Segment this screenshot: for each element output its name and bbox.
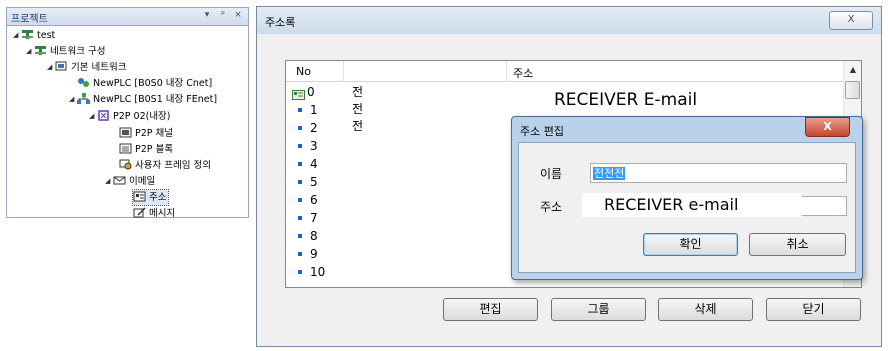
tree-item-network-config[interactable]: ◢ 네트워크 구성 xyxy=(26,44,105,59)
bullet-icon xyxy=(298,107,302,112)
p2p-block-icon xyxy=(119,143,132,154)
collapse-icon[interactable]: ◢ xyxy=(13,28,21,43)
bullet-icon xyxy=(298,179,302,184)
p2p-icon xyxy=(97,110,110,121)
project-icon xyxy=(21,29,34,40)
bullet-icon xyxy=(298,233,302,238)
pin-icon[interactable]: ᵖ xyxy=(217,10,229,20)
list-item[interactable]: 5 xyxy=(286,174,318,191)
tree-item-address[interactable]: 주소 xyxy=(131,189,170,206)
address-edit-body: 이름 전전전 주소 RECEIVER e-mail 확인 취소 xyxy=(518,142,856,273)
list-item[interactable]: 2 xyxy=(286,120,318,137)
list-header: No 주소 xyxy=(286,61,843,82)
close-button[interactable]: X xyxy=(829,11,873,30)
contact-name: 전전전 xyxy=(352,85,364,133)
address-book-icon xyxy=(133,191,146,202)
p2p-channel-icon xyxy=(119,127,132,138)
user-frame-icon xyxy=(119,159,132,170)
project-panel-header: 프로젝트 ▾ ᵖ × xyxy=(7,8,248,26)
tree-item-plc-fenet[interactable]: ◢ NewPLC [B0S1 내장 FEnet] xyxy=(69,92,217,107)
bullet-icon xyxy=(298,125,302,130)
tree-item-p2p[interactable]: ◢ P2P 02(내장) xyxy=(89,109,171,124)
close-icon: X xyxy=(847,14,855,25)
close-icon[interactable]: × xyxy=(232,10,244,20)
name-value: 전전전 xyxy=(593,167,626,180)
column-header-address[interactable]: 주소 xyxy=(513,65,533,81)
list-item[interactable]: 6 xyxy=(286,192,318,209)
name-label: 이름 xyxy=(540,167,563,181)
ok-button[interactable]: 확인 xyxy=(643,233,738,256)
cancel-button[interactable]: 취소 xyxy=(749,233,846,256)
bullet-icon xyxy=(298,215,302,220)
bullet-icon xyxy=(298,143,302,148)
close-icon: X xyxy=(823,120,832,133)
close-dialog-button[interactable]: 닫기 xyxy=(766,298,861,321)
tree-item-plc-cnet[interactable]: NewPLC [B0S0 내장 Cnet] xyxy=(77,76,212,91)
edit-button[interactable]: 편집 xyxy=(443,298,538,321)
collapse-icon[interactable]: ◢ xyxy=(47,60,55,75)
project-panel-title: 프로젝트 xyxy=(11,14,48,25)
basic-network-icon xyxy=(55,61,68,72)
list-item[interactable]: 9 xyxy=(286,246,318,263)
project-panel: 프로젝트 ▾ ᵖ × ◢ test ◢ 네트워크 구성 ◢ 기본 네트워크 NewPL… xyxy=(6,7,249,221)
collapse-icon[interactable]: ◢ xyxy=(89,109,97,124)
collapse-icon[interactable]: ◢ xyxy=(69,92,77,107)
bullet-icon xyxy=(298,269,302,274)
address-edit-title: 주소 편집 xyxy=(520,125,564,138)
list-item[interactable]: 4 xyxy=(286,156,318,173)
list-item[interactable]: 1 xyxy=(286,102,318,119)
receiver-email-overlay: RECEIVER E-mail xyxy=(540,88,764,112)
address-edit-dialog: 주소 편집 X 이름 전전전 주소 RECEIVER e-mail 확인 취소 xyxy=(511,116,863,280)
message-icon xyxy=(133,207,146,218)
bullet-icon xyxy=(298,161,302,166)
scroll-thumb[interactable] xyxy=(845,81,860,99)
tree-item-test[interactable]: ◢ test xyxy=(13,28,55,43)
collapse-icon[interactable]: ◢ xyxy=(26,44,34,59)
close-button[interactable]: X xyxy=(805,117,850,137)
tree-item-user-frame[interactable]: 사용자 프레임 정의 xyxy=(119,158,211,173)
bullet-icon xyxy=(298,251,302,256)
tree-item-p2p-channel[interactable]: P2P 채널 xyxy=(119,126,173,141)
address-book-titlebar: 주소록 X xyxy=(257,7,881,34)
collapse-icon[interactable]: ◢ xyxy=(105,174,113,189)
tree-item-message[interactable]: 메시지 xyxy=(133,206,175,221)
column-divider[interactable] xyxy=(506,61,507,81)
contact-icon xyxy=(292,88,305,100)
receiver-email-field-overlay: RECEIVER e-mail xyxy=(582,193,802,217)
plc-fenet-icon xyxy=(77,93,90,104)
name-field[interactable]: 전전전 xyxy=(590,163,847,183)
list-item[interactable]: 8 xyxy=(286,228,318,245)
address-book-title: 주소록 xyxy=(265,16,296,29)
tree-item-basic-network[interactable]: ◢ 기본 네트워크 xyxy=(47,60,126,75)
column-divider[interactable] xyxy=(343,61,344,81)
network-config-icon xyxy=(34,45,47,56)
list-item[interactable]: 10 xyxy=(286,264,325,281)
list-item[interactable]: 3 xyxy=(286,138,318,155)
list-item[interactable]: 7 xyxy=(286,210,318,227)
tree-item-p2p-block[interactable]: P2P 블록 xyxy=(119,142,173,157)
dropdown-icon[interactable]: ▾ xyxy=(201,10,213,20)
group-button[interactable]: 그룹 xyxy=(551,298,646,321)
column-header-no[interactable]: No xyxy=(296,65,311,78)
tree-item-email[interactable]: ◢ 이메일 xyxy=(105,174,155,189)
plc-cnet-icon xyxy=(77,77,90,88)
email-icon xyxy=(113,175,126,186)
scroll-up-icon[interactable]: ▲ xyxy=(844,61,861,78)
bullet-icon xyxy=(298,197,302,202)
delete-button[interactable]: 삭제 xyxy=(658,298,753,321)
list-item[interactable]: 0 전전전 xyxy=(286,84,363,133)
address-label: 주소 xyxy=(540,200,563,214)
